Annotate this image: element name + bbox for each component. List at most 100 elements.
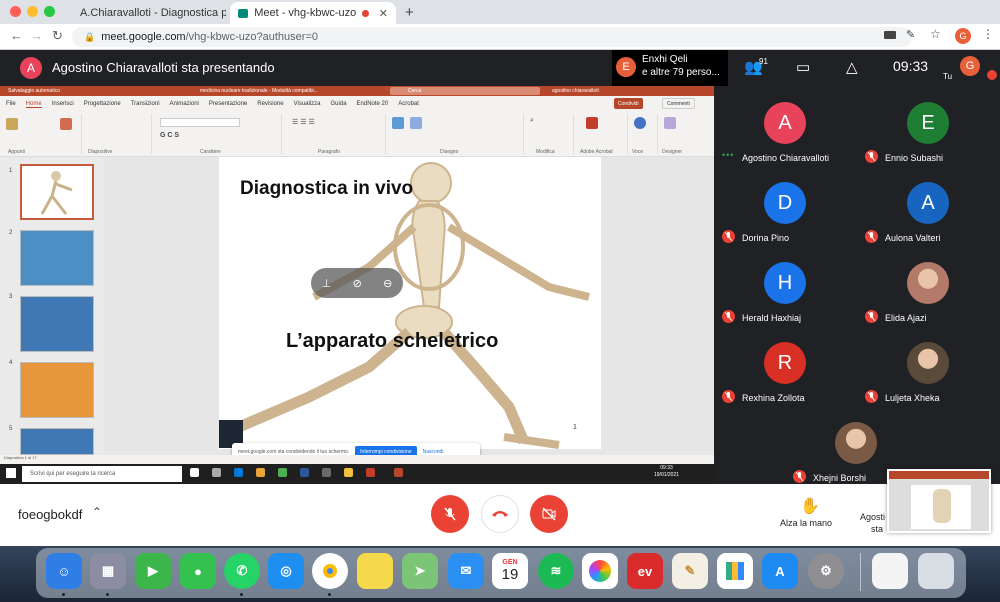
finder-icon[interactable]: ☺ [46,553,82,589]
font-name-field[interactable] [160,118,240,127]
participant-tile[interactable]: R Rexhina Zollota [714,336,856,415]
ppt-share-button[interactable]: Condividi [614,98,643,109]
ppt-menu-view[interactable]: Visualizza [294,101,321,107]
shapes-icon[interactable] [392,117,404,129]
safari-icon[interactable]: ◎ [268,553,304,589]
slide-thumbnail[interactable] [20,296,94,352]
slide-thumbnail[interactable] [20,428,94,455]
edge-icon[interactable] [234,468,243,477]
chevron-up-icon[interactable]: ⌃ [92,505,102,519]
calendar-icon[interactable]: GEN 19 [492,553,528,589]
participant-tile[interactable]: E Ennio Subashi [857,96,999,175]
ppt-comments-button[interactable]: Commenti [662,98,695,109]
ppt-menu-insert[interactable]: Inserisci [52,101,74,107]
profile-avatar[interactable]: G [955,28,971,44]
participant-tile[interactable]: A Aulona Valteri [857,176,999,255]
chrome-taskbar-icon[interactable] [278,468,287,477]
whatsapp-icon[interactable]: ✆ [224,553,260,589]
ppt-menu-help[interactable]: Guida [331,101,347,107]
tab-meet[interactable]: Meet - vhg-kbwc-uzo ✕ [230,2,396,24]
messages-icon[interactable]: ● [180,553,216,589]
new-tab-button[interactable]: + [405,4,414,21]
bullets-icon[interactable]: ☰ ☰ ☰ [292,118,315,126]
slide-thumbnail[interactable] [20,362,94,418]
ppt-menu-file[interactable]: File [6,101,16,107]
minimize-window-button[interactable] [27,6,38,17]
chrome-icon[interactable] [312,553,348,589]
windows-search-field[interactable]: Scrivi qui per eseguire la ricerca [22,466,182,482]
file-explorer-icon[interactable] [256,468,265,477]
mic-blocked-icon[interactable]: ✎ [906,28,915,41]
pin-icon[interactable]: ⊥ [322,277,332,290]
mute-participant-icon[interactable]: ⊘ [353,277,362,290]
meeting-code[interactable]: foeogbokdf [18,507,82,522]
acrobat-pdf-icon[interactable] [586,117,598,129]
bold-icon[interactable]: G C S [160,132,179,139]
bookmark-star-icon[interactable]: ☆ [930,27,941,41]
launchpad-icon[interactable]: ▦ [90,553,126,589]
mail-icon[interactable]: ✉ [448,553,484,589]
raise-hand-label[interactable]: Alza la mano [780,518,832,528]
taskbar-app-icon[interactable] [344,468,353,477]
ppt-search-box[interactable]: Cerca [390,87,540,95]
numbers-icon[interactable] [717,553,753,589]
participant-tile[interactable]: D Dorina Pino [714,176,856,255]
ppt-menu-transitions[interactable]: Transizioni [131,101,160,107]
ppt-menu-animations[interactable]: Animazioni [170,101,199,107]
maps-icon[interactable]: ➤ [402,553,438,589]
task-view-icon[interactable] [190,468,199,477]
browser-menu-icon[interactable]: ⋮ [982,27,994,41]
expressvpn-icon[interactable]: ev [627,553,663,589]
participant-tile[interactable]: A ••• Agostino Chiaravalloti [714,96,856,175]
leave-call-button[interactable] [481,495,519,533]
remove-icon[interactable]: ⊖ [383,277,392,290]
forward-icon[interactable]: → [30,28,43,43]
tab-drive[interactable]: A.Chiaravalloti - Diagnostica p ✕ [66,2,226,24]
system-preferences-icon[interactable]: ⚙ [808,553,844,589]
notes-icon[interactable] [357,553,393,589]
dictate-icon[interactable] [634,117,646,129]
word-icon[interactable] [300,468,309,477]
photos-icon[interactable] [582,553,618,589]
taskbar-app-icon[interactable] [212,468,221,477]
ppt-menu-review[interactable]: Revisione [257,101,283,107]
chat-icon[interactable]: ▭ [796,58,810,76]
paste-icon[interactable] [6,118,18,130]
participant-tile[interactable]: Luljeta Xheka [857,336,999,415]
arrange-icon[interactable] [410,117,422,129]
raise-hand-icon[interactable]: ✋ [800,496,820,516]
taskbar-app-icon[interactable] [322,468,331,477]
ppt-menu-design[interactable]: Progettazione [84,101,121,107]
powerpoint-taskbar-icon[interactable] [394,468,403,477]
participant-tile[interactable]: H Herald Haxhiaj [714,256,856,335]
activities-icon[interactable]: △ [846,58,858,76]
facetime-icon[interactable]: ▶ [135,553,171,589]
ppt-menu-endnote[interactable]: EndNote 20 [357,101,389,107]
participant-tile[interactable]: Elida Ajazi [857,256,999,335]
reload-icon[interactable]: ↻ [52,28,63,44]
ppt-menu-home[interactable]: Home [25,101,42,108]
close-tab-icon[interactable]: ✕ [379,7,388,20]
spotify-icon[interactable]: ≋ [538,553,574,589]
url-field[interactable]: 🔒 meet.google.com/vhg-kbwc-uzo?authuser=… [72,27,912,47]
trash-icon[interactable] [918,553,954,589]
find-icon[interactable]: ⌕ [530,117,534,125]
windows-start-icon[interactable] [6,468,16,478]
self-view-preview[interactable] [887,469,991,533]
acrobat-taskbar-icon[interactable] [366,468,375,477]
slide-thumbnail[interactable] [20,230,94,286]
close-window-button[interactable] [10,6,21,17]
new-slide-icon[interactable] [60,118,72,130]
zoom-window-button[interactable] [44,6,55,17]
slide-thumbnail[interactable] [20,164,94,220]
camera-button[interactable] [530,495,568,533]
microphone-button[interactable] [431,495,469,533]
designer-icon[interactable] [664,117,676,129]
app-store-icon[interactable]: A [762,553,798,589]
ppt-menu-slideshow[interactable]: Presentazione [209,101,247,107]
back-icon[interactable]: ← [10,28,23,43]
camera-icon[interactable] [884,31,896,39]
document-icon[interactable] [872,553,908,589]
ppt-menu-acrobat[interactable]: Acrobat [398,101,419,107]
pages-icon[interactable]: ✎ [672,553,708,589]
